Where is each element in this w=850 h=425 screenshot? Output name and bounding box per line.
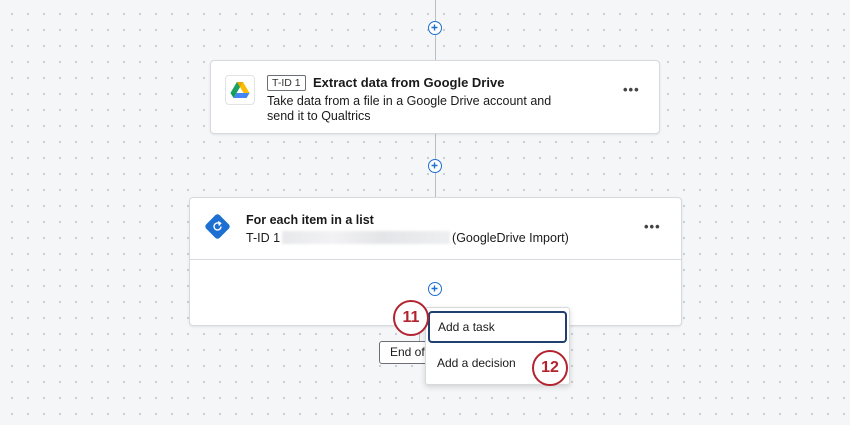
add-task-menu-item[interactable]: Add a task xyxy=(428,311,567,343)
task-description: Take data from a file in a Google Drive … xyxy=(267,94,552,123)
redacted-text xyxy=(282,231,451,244)
divider xyxy=(190,259,681,260)
plus-icon xyxy=(431,162,438,169)
task-card-google-drive[interactable]: T-ID 1 Extract data from Google Drive Ta… xyxy=(210,60,660,134)
loop-subtitle: T-ID 1 (GoogleDrive Import) xyxy=(246,231,569,246)
add-step-button[interactable] xyxy=(428,21,442,35)
loop-subtitle-prefix: T-ID 1 xyxy=(246,231,281,245)
loop-more-options-button[interactable]: ••• xyxy=(644,219,661,234)
task-id-badge: T-ID 1 xyxy=(267,75,306,91)
callout-marker: 11 xyxy=(393,300,429,336)
loop-subtitle-suffix: (GoogleDrive Import) xyxy=(452,231,569,245)
loop-icon xyxy=(204,213,231,240)
loop-title: For each item in a list xyxy=(246,213,374,227)
callout-marker: 12 xyxy=(532,350,568,386)
plus-icon xyxy=(431,24,438,31)
add-step-button[interactable] xyxy=(428,282,442,296)
add-step-button[interactable] xyxy=(428,159,442,173)
plus-icon xyxy=(431,285,438,292)
task-more-options-button[interactable]: ••• xyxy=(623,82,640,97)
task-title: Extract data from Google Drive xyxy=(313,75,505,90)
google-drive-icon xyxy=(225,75,255,105)
